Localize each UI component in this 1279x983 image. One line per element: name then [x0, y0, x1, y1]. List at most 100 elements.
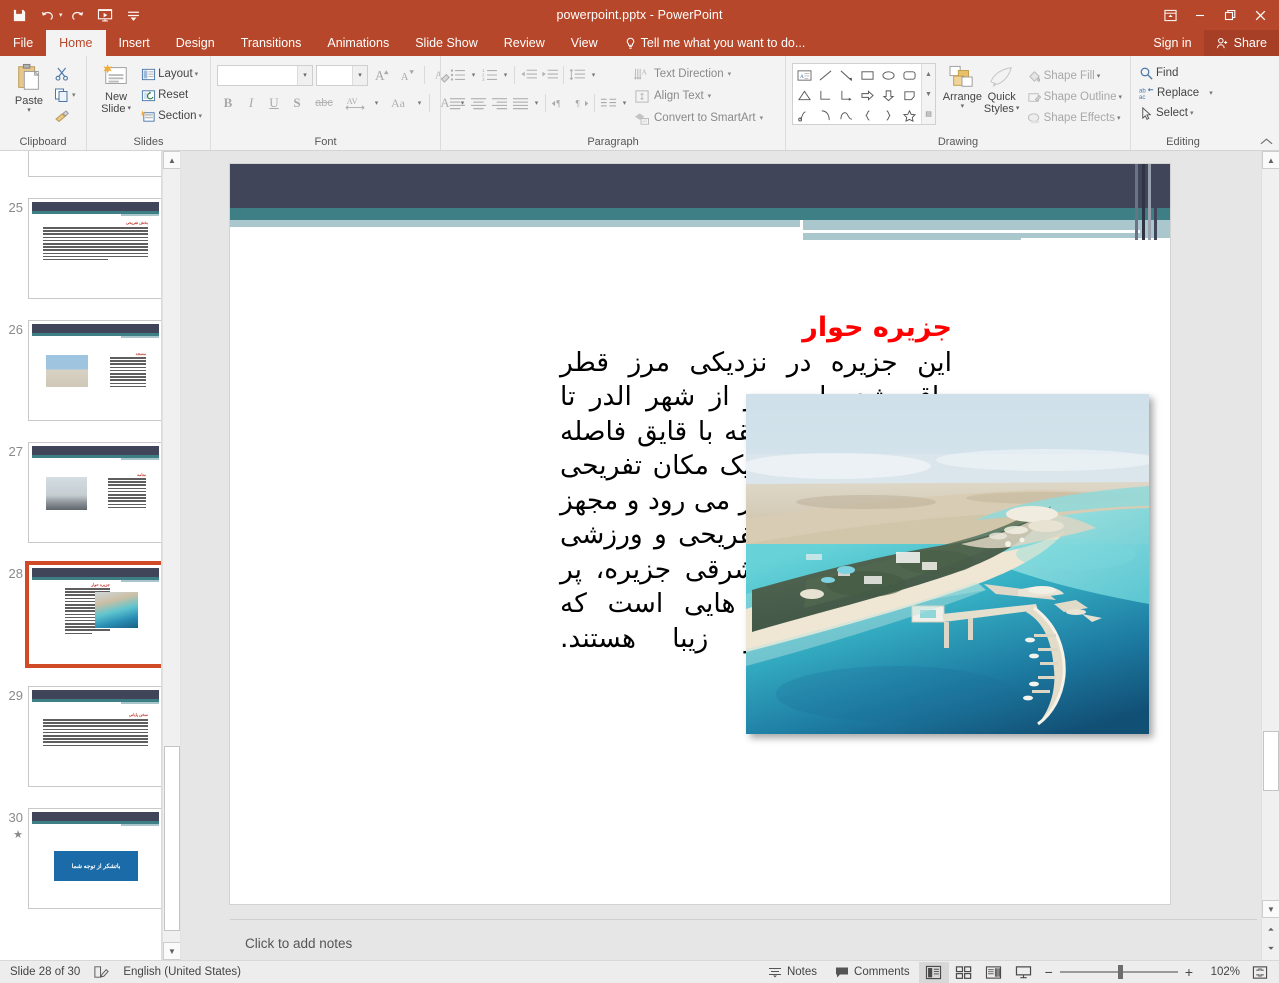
zoom-control[interactable]: − + 102%: [1039, 964, 1273, 980]
numbering-button[interactable]: 123: [479, 65, 500, 86]
bullets-button[interactable]: [447, 65, 468, 86]
layout-dropdown-caret[interactable]: ▾: [195, 70, 199, 78]
text-direction-button[interactable]: A Text Direction ▾: [634, 63, 763, 85]
tab-home[interactable]: Home: [46, 30, 106, 56]
save-icon[interactable]: [6, 3, 32, 27]
copy-button[interactable]: ▾: [52, 85, 78, 105]
slide-show-icon[interactable]: [1009, 962, 1039, 983]
tab-view[interactable]: View: [558, 30, 611, 56]
redo-icon[interactable]: [65, 3, 91, 27]
select-button[interactable]: Select ▾: [1137, 103, 1215, 123]
thumbnail-preview-selected[interactable]: جزیره حوار: [25, 561, 166, 668]
shape-left-brace-icon[interactable]: [857, 105, 878, 125]
tab-animations[interactable]: Animations: [314, 30, 402, 56]
paste-dropdown-caret[interactable]: ▾: [27, 107, 31, 115]
character-spacing-dropdown-caret[interactable]: ▾: [371, 93, 382, 114]
strikethrough-button[interactable]: abc: [309, 93, 339, 114]
thumbnail-preview[interactable]: مسجد: [28, 320, 163, 421]
format-painter-button[interactable]: [52, 106, 78, 126]
change-case-dropdown-caret[interactable]: ▾: [414, 93, 425, 114]
share-button[interactable]: Share: [1203, 30, 1279, 56]
numbering-dropdown-caret[interactable]: ▾: [500, 65, 511, 86]
find-button[interactable]: Find: [1137, 63, 1215, 83]
shape-outline-dropdown-caret[interactable]: ▾: [1118, 93, 1122, 101]
select-dropdown-caret[interactable]: ▾: [1190, 109, 1194, 117]
align-text-dropdown-caret[interactable]: ▾: [708, 92, 712, 100]
shape-rounded-rect-icon[interactable]: [899, 65, 920, 85]
change-case-button[interactable]: Aa: [383, 93, 413, 114]
start-presentation-icon[interactable]: [93, 3, 119, 27]
underline-button[interactable]: U: [263, 93, 285, 114]
arrange-dropdown-caret[interactable]: ▾: [961, 103, 965, 111]
justify-button[interactable]: [510, 93, 531, 114]
shapes-scroll-up-icon[interactable]: ▲: [922, 64, 935, 84]
convert-to-smartart-button[interactable]: Convert to SmartArt ▾: [634, 107, 763, 129]
thumbnail-item[interactable]: 27 منامه: [4, 442, 180, 555]
thumbnail-item[interactable]: 30 ★ باتشکر از توجه شما: [4, 808, 180, 921]
new-slide-dropdown-caret[interactable]: ▾: [128, 105, 132, 113]
copy-dropdown-caret[interactable]: ▾: [72, 91, 76, 99]
justify-dropdown-caret[interactable]: ▾: [531, 93, 542, 114]
slide-thumbnails-panel[interactable]: 25 بخش تفریحی 26 مسجد 27 منامه 28 جزیره …: [0, 151, 180, 960]
replace-dropdown-caret[interactable]: ▾: [1209, 89, 1213, 97]
shape-outline-button[interactable]: Shape Outline ▾: [1025, 87, 1124, 107]
bullets-dropdown-caret[interactable]: ▾: [468, 65, 479, 86]
customize-qat-icon[interactable]: [121, 3, 147, 27]
shape-arrow-icon[interactable]: [836, 65, 857, 85]
reset-button[interactable]: Reset: [139, 85, 204, 105]
rtl-text-direction-button[interactable]: ¶: [570, 93, 591, 114]
shapes-gallery-scrollbar[interactable]: ▲ ▼ ▤: [921, 64, 935, 124]
line-spacing-button[interactable]: [567, 65, 588, 86]
font-size-combo[interactable]: ▾: [316, 64, 368, 86]
zoom-out-button[interactable]: −: [1045, 964, 1053, 980]
thumbnail-item[interactable]: 26 مسجد: [4, 320, 180, 433]
slide-photo-hawar-island[interactable]: [746, 394, 1149, 734]
shape-fill-dropdown-caret[interactable]: ▾: [1097, 72, 1101, 80]
restore-icon[interactable]: [1215, 1, 1245, 29]
thumbnail-item[interactable]: 29 سخن پایانی: [4, 686, 180, 799]
thumbnail-item[interactable]: 28 جزیره حوار: [4, 561, 180, 677]
thumbnails-scrollbar-thumb[interactable]: [164, 746, 180, 931]
shape-down-arrow-icon[interactable]: [878, 85, 899, 105]
shape-effects-button[interactable]: Shape Effects ▾: [1025, 108, 1124, 128]
animation-star-icon[interactable]: ★: [4, 828, 23, 841]
thumbnail-preview[interactable]: منامه: [28, 442, 163, 543]
zoom-in-button[interactable]: +: [1185, 964, 1193, 980]
section-dropdown-caret[interactable]: ▾: [198, 112, 202, 120]
section-button[interactable]: Section ▾: [139, 106, 204, 126]
zoom-slider-track[interactable]: [1059, 965, 1178, 979]
undo-dropdown-caret[interactable]: ▾: [59, 11, 63, 19]
normal-view-icon[interactable]: [918, 961, 949, 983]
ltr-text-direction-button[interactable]: ¶: [549, 93, 570, 114]
tab-transitions[interactable]: Transitions: [228, 30, 315, 56]
shape-fill-button[interactable]: Shape Fill ▾: [1025, 66, 1124, 86]
tab-insert[interactable]: Insert: [106, 30, 163, 56]
previous-slide-icon[interactable]: ⏶: [1262, 921, 1279, 939]
thumbnail-preview[interactable]: سخن پایانی: [28, 686, 163, 787]
tell-me-search[interactable]: Tell me what you want to do...: [625, 30, 805, 56]
font-name-dropdown-caret[interactable]: ▾: [297, 65, 312, 85]
replace-button[interactable]: ab ac Replace ▾: [1137, 83, 1215, 103]
shape-rectangle-icon[interactable]: [857, 65, 878, 85]
shape-textbox-icon[interactable]: A: [794, 65, 815, 85]
slide-title[interactable]: جزیره حوار: [802, 312, 952, 344]
shape-effects-dropdown-caret[interactable]: ▾: [1117, 114, 1121, 122]
zoom-level-label[interactable]: 102%: [1200, 966, 1240, 978]
thumbnail-preview[interactable]: بخش تفریحی: [28, 198, 163, 299]
tab-slide-show[interactable]: Slide Show: [402, 30, 491, 56]
language-indicator[interactable]: English (United States): [123, 966, 241, 978]
spell-check-icon[interactable]: [93, 965, 110, 979]
shape-curve-icon[interactable]: [836, 105, 857, 125]
shape-elbow-arrow-icon[interactable]: [836, 85, 857, 105]
italic-button[interactable]: I: [240, 93, 262, 114]
tab-design[interactable]: Design: [163, 30, 228, 56]
quick-styles-dropdown-caret[interactable]: ▾: [1016, 105, 1020, 113]
thumbnails-scroll-up-icon[interactable]: ▲: [163, 151, 180, 169]
thumbnails-scrollbar[interactable]: ▲ ▼: [162, 151, 180, 960]
slide-sorter-view-icon[interactable]: [949, 962, 979, 983]
slide-scrollbar-thumb[interactable]: [1263, 731, 1279, 791]
shape-right-arrow-icon[interactable]: [857, 85, 878, 105]
align-left-button[interactable]: [447, 93, 468, 114]
thumbnail-item[interactable]: [4, 151, 180, 189]
comments-toggle-button[interactable]: Comments: [826, 962, 919, 983]
